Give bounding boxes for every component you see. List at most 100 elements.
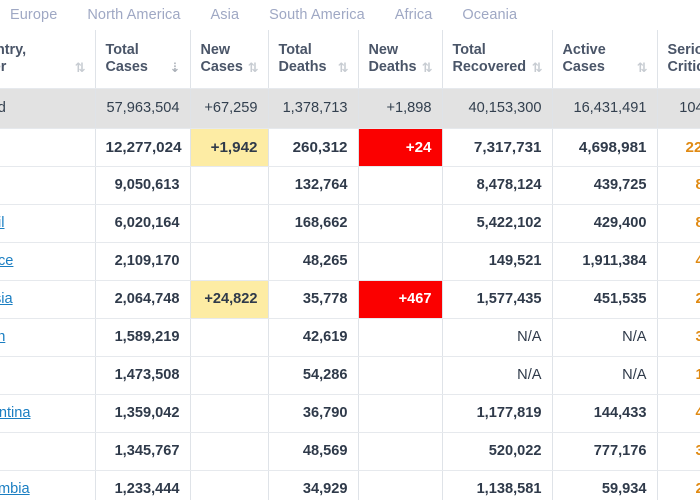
cell-total-recovered: 8,478,124 [441,166,552,205]
cell-total-recovered: 40,153,300 [441,88,552,129]
cell-serious-critical: 1,317 [656,356,700,395]
continent-nav: Europe North America Asia South America … [0,0,700,30]
table-row: Brazil 6,020,164 168,662 5,422,102429,4008,… [0,204,700,243]
column-header-total-deaths-line1: Total [278,41,312,58]
cell-country: Colombia [0,470,95,500]
cell-total-cases: 1,345,767 [94,432,190,471]
sort-both-icon[interactable]: ⇅ [532,62,543,76]
cell-total-recovered: N/A [441,356,552,395]
covid-stats-table: Country, Other ⇅ Total Cases ⇣ [0,30,700,500]
column-header-new-cases-line2: Cases [200,58,243,75]
cell-total-deaths: 54,286 [267,356,358,395]
sort-both-icon[interactable]: ⇅ [338,62,349,76]
cell-total-recovered: 1,577,435 [441,280,552,319]
cell-serious-critical: 22,027 [656,128,700,167]
table-body: World 57,963,504+67,2591,378,713+1,89840,… [0,88,700,500]
cell-serious-critical: 8,318 [656,204,700,243]
sort-both-icon[interactable]: ⇅ [422,62,433,76]
country-link[interactable]: France [0,253,13,269]
cell-new-cases [189,394,268,433]
cell-active-cases: 144,433 [551,394,657,433]
table-row: UK1,473,50854,286N/AN/A1,317 [0,356,700,395]
sort-both-icon[interactable]: ⇅ [75,62,86,76]
column-header-total-cases-line1: Total [105,41,139,58]
table-row: Spain1,589,21942,619N/AN/A3,163 [0,318,700,357]
column-header-serious-critical[interactable]: Serious, Critical [656,30,700,89]
cell-country: USA [0,128,95,167]
cell-total-recovered: 520,022 [441,432,552,471]
country-link[interactable]: Colombia [0,481,30,497]
cell-active-cases: 4,698,981 [551,128,657,167]
nav-item-africa[interactable]: Africa [395,7,433,23]
cell-new-deaths [357,204,442,243]
stats-table-scroll-container[interactable]: Country, Other ⇅ Total Cases ⇣ [0,30,700,500]
cell-total-deaths: 34,929 [267,470,358,500]
cell-total-deaths: 168,662 [267,204,358,243]
cell-country: Russia [0,280,95,319]
nav-item-europe[interactable]: Europe [10,7,57,23]
nav-item-north-america[interactable]: North America [87,7,180,23]
column-header-total-deaths-line2: Deaths [278,58,327,75]
table-row: USA12,277,024+1,942260,312+247,317,7314,… [0,128,700,167]
cell-new-deaths [357,432,442,471]
cell-active-cases: 1,911,384 [551,242,657,281]
cell-serious-critical: 2,009 [656,470,700,500]
nav-item-south-america[interactable]: South America [269,7,365,23]
column-header-new-cases-line1: New [200,41,231,58]
country-link[interactable]: Argentina [0,405,30,421]
cell-country: Spain [0,318,95,357]
cell-country: Argentina [0,394,95,433]
column-header-new-deaths[interactable]: New Deaths ⇅ [357,30,442,89]
sort-both-icon[interactable]: ⇅ [637,62,648,76]
cell-total-cases: 6,020,164 [94,204,190,243]
cell-total-cases: 1,233,444 [94,470,190,500]
cell-new-cases [189,470,268,500]
country-link[interactable]: Russia [0,291,13,307]
cell-new-deaths [357,242,442,281]
cell-serious-critical: 3,801 [656,432,700,471]
cell-new-cases [189,318,268,357]
cell-total-deaths: 1,378,713 [267,88,358,129]
country-link[interactable]: Brazil [0,215,5,231]
cell-total-cases: 57,963,504 [94,88,190,129]
table-row: Russia 2,064,748+24,82235,778+4671,577,43… [0,280,700,319]
column-header-total-recovered[interactable]: Total Recovered ⇅ [441,30,552,89]
cell-new-cases [189,356,268,395]
cell-total-deaths: 260,312 [267,128,358,167]
table-row: France 2,109,170 48,265 149,5211,911,3844,4… [0,242,700,281]
column-header-new-cases[interactable]: New Cases ⇅ [189,30,268,89]
cell-new-deaths: +24 [357,128,442,167]
sort-both-icon[interactable]: ⇅ [248,62,259,76]
cell-total-cases: 1,473,508 [94,356,190,395]
column-header-country[interactable]: Country, Other ⇅ [0,30,95,89]
column-header-new-deaths-line1: New [368,41,399,58]
cell-total-deaths: 36,790 [267,394,358,433]
cell-new-cases [189,204,268,243]
sort-descending-icon[interactable]: ⇣ [170,62,181,76]
cell-total-deaths: 42,619 [267,318,358,357]
nav-item-oceania[interactable]: Oceania [462,7,517,23]
cell-new-cases: +24,822 [189,280,268,319]
column-header-total-cases[interactable]: Total Cases ⇣ [94,30,190,89]
cell-new-cases: +67,259 [189,88,268,129]
cell-total-recovered: N/A [441,318,552,357]
country-link[interactable]: Spain [0,329,5,345]
nav-item-asia[interactable]: Asia [211,7,240,23]
cell-country: Brazil [0,204,95,243]
column-header-country-line1: Country, [0,41,27,58]
cell-new-deaths: +1,898 [357,88,442,129]
cell-new-deaths: +467 [357,280,442,319]
cell-serious-critical: 104,282 [656,88,700,129]
country-link[interactable]: World [0,100,6,116]
column-header-new-deaths-line2: Deaths [368,58,417,75]
column-header-active-cases[interactable]: Active Cases ⇅ [551,30,657,89]
column-header-total-deaths[interactable]: Total Deaths ⇅ [267,30,358,89]
table-row: Argentina 1,359,042 36,790 1,177,819144,433… [0,394,700,433]
table-row: Italy1,345,767 48,569 520,022777,1763,801 [0,432,700,471]
cell-country: France [0,242,95,281]
column-header-active-cases-line2: Cases [562,58,605,75]
cell-country: World [0,88,95,129]
cell-new-deaths [357,394,442,433]
cell-total-deaths: 132,764 [267,166,358,205]
cell-total-deaths: 35,778 [267,280,358,319]
